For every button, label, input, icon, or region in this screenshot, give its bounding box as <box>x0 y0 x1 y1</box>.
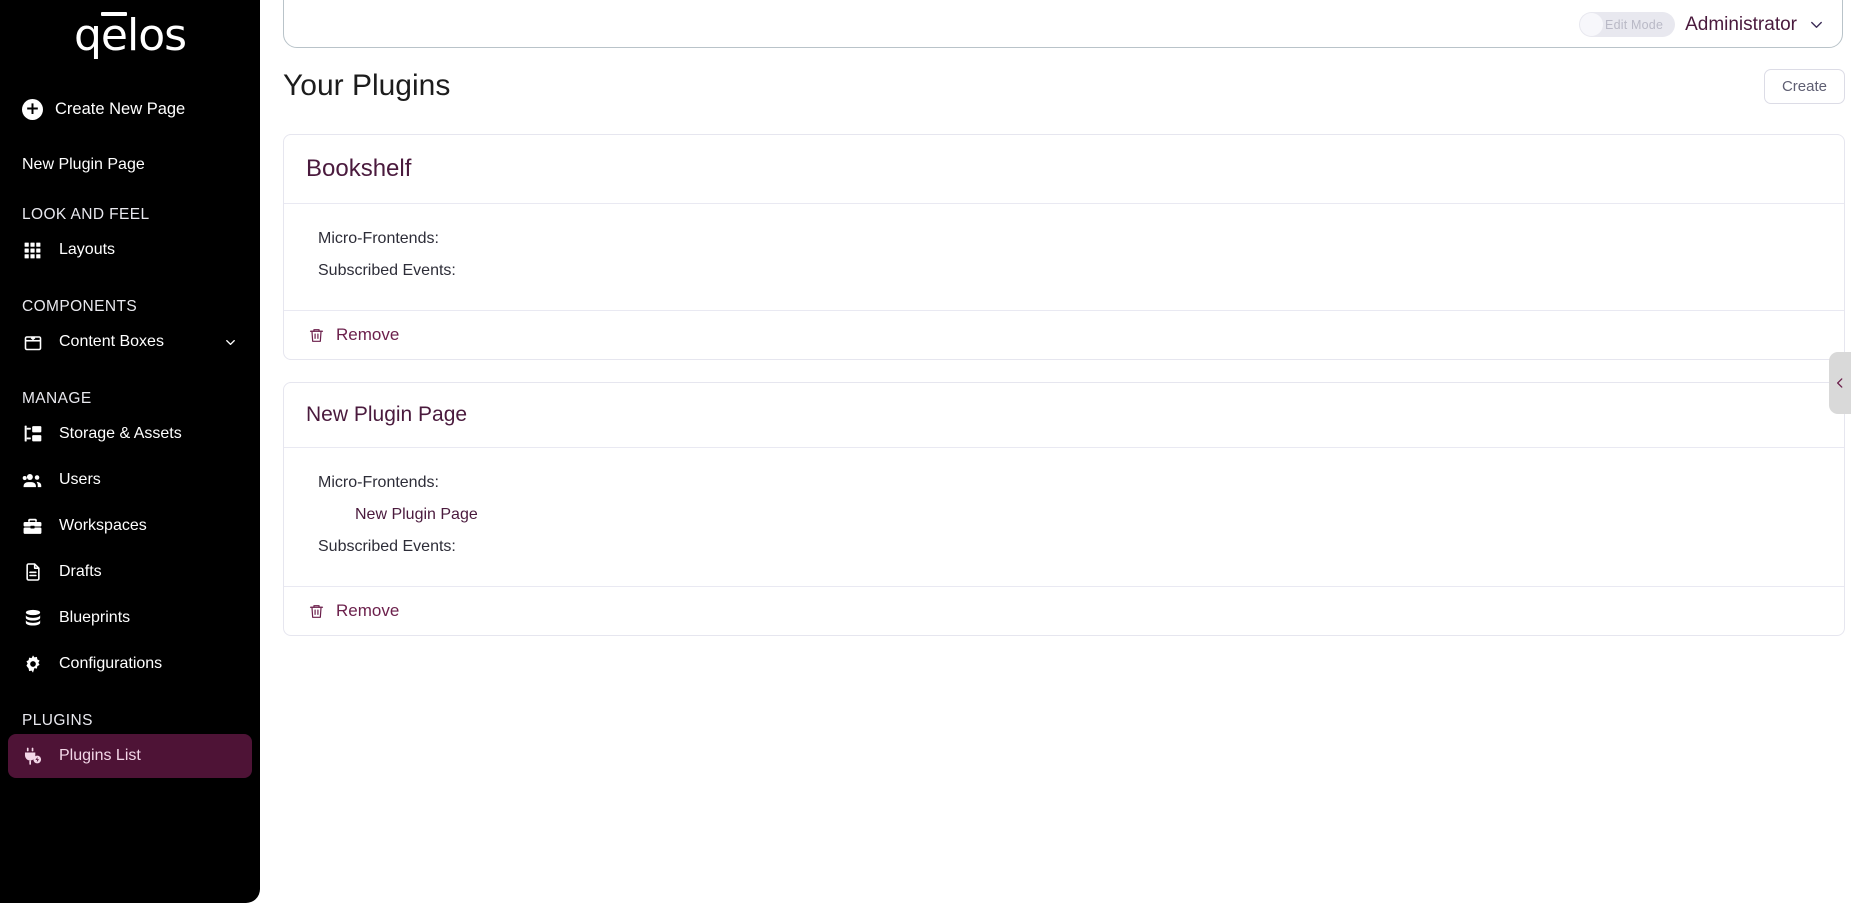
subscribed-events-label: Subscribed Events: <box>318 262 456 279</box>
plus-icon: + <box>22 98 43 120</box>
edit-mode-toggle[interactable]: Edit Mode <box>1579 12 1676 37</box>
sidebar-item-plugins-list[interactable]: Plugins List <box>8 734 252 778</box>
plugin-card: New Plugin Page Micro-Frontends: New Plu… <box>283 382 1845 636</box>
micro-frontends-label: Micro-Frontends: <box>318 230 439 247</box>
main-content: Your Plugins Create Bookshelf Micro-Fron… <box>283 60 1845 636</box>
sidebar-section-manage: MANAGE <box>22 390 92 407</box>
page-title: Your Plugins <box>283 69 451 102</box>
gear-icon <box>22 654 43 675</box>
sidebar-item-label: Storage & Assets <box>59 425 182 442</box>
chevron-down-icon[interactable] <box>223 335 238 350</box>
sidebar-item-storage-assets[interactable]: Storage & Assets <box>8 412 252 456</box>
folder-tree-icon <box>22 424 43 445</box>
briefcase-icon <box>22 516 43 537</box>
sidebar-item-label: Drafts <box>59 563 102 580</box>
sidebar: qelos + Create New Page New Plugin Page … <box>0 0 260 903</box>
create-new-page-button[interactable]: + Create New Page <box>0 90 260 128</box>
sidebar-item-configurations[interactable]: Configurations <box>8 642 252 686</box>
grid-icon <box>22 240 43 261</box>
toggle-knob <box>1580 13 1604 36</box>
app-root: qelos + Create New Page New Plugin Page … <box>0 0 1851 909</box>
sidebar-item-label: Layouts <box>59 241 116 258</box>
sidebar-sublink-label: New Plugin Page <box>22 156 145 173</box>
panel-collapse-handle[interactable] <box>1829 352 1851 414</box>
topbar: Edit Mode Administrator <box>283 0 1843 48</box>
plugin-card: Bookshelf Micro-Frontends: Subscribed Ev… <box>283 134 1845 360</box>
remove-button[interactable]: Remove <box>308 601 399 621</box>
sidebar-item-users[interactable]: Users <box>8 458 252 502</box>
sidebar-item-label: Content Boxes <box>59 333 164 350</box>
topbar-right-group: Edit Mode Administrator <box>1579 12 1826 37</box>
remove-label: Remove <box>336 601 400 620</box>
sidebar-item-workspaces[interactable]: Workspaces <box>8 504 252 548</box>
micro-frontends-label: Micro-Frontends: <box>318 474 439 491</box>
sidebar-item-layouts[interactable]: Layouts <box>8 228 252 272</box>
box-icon <box>22 332 43 353</box>
create-button[interactable]: Create <box>1763 68 1845 104</box>
sidebar-section-plugins: PLUGINS <box>22 712 93 729</box>
brand-logo-text: qelos <box>73 10 187 61</box>
sidebar-item-label: Configurations <box>59 655 163 672</box>
trash-icon <box>308 603 325 620</box>
plugin-card-header: New Plugin Page <box>284 383 1844 447</box>
chevron-left-icon <box>1833 376 1847 390</box>
sidebar-item-content-boxes[interactable]: Content Boxes <box>8 320 252 364</box>
database-icon <box>22 608 43 629</box>
brand-logo[interactable]: qelos <box>0 0 260 68</box>
sidebar-item-blueprints[interactable]: Blueprints <box>8 596 252 640</box>
plugin-card-header: Bookshelf <box>284 135 1844 203</box>
sidebar-item-label: Users <box>59 471 101 488</box>
create-new-page-label: Create New Page <box>55 99 186 118</box>
sidebar-item-label: Blueprints <box>59 609 131 626</box>
remove-label: Remove <box>336 325 400 344</box>
page-header: Your Plugins Create <box>283 60 1845 112</box>
plugin-name: New Plugin Page <box>306 403 468 426</box>
plugin-card-body: Micro-Frontends: New Plugin Page Subscri… <box>284 448 1844 586</box>
sidebar-item-label: Plugins List <box>59 747 141 764</box>
plugin-card-footer: Remove <box>284 311 1844 359</box>
users-icon <box>22 470 43 491</box>
sidebar-item-label: Workspaces <box>59 517 147 534</box>
plug-icon <box>22 746 43 767</box>
subscribed-events-label: Subscribed Events: <box>318 538 456 555</box>
remove-button[interactable]: Remove <box>308 325 399 345</box>
sidebar-section-look-and-feel: LOOK AND FEEL <box>22 206 150 223</box>
plugin-name: Bookshelf <box>306 155 412 182</box>
sidebar-item-drafts[interactable]: Drafts <box>8 550 252 594</box>
micro-frontend-item[interactable]: New Plugin Page <box>318 506 1810 524</box>
document-icon <box>22 562 43 583</box>
trash-icon <box>308 327 325 344</box>
plugin-card-body: Micro-Frontends: Subscribed Events: <box>284 204 1844 310</box>
plugin-card-footer: Remove <box>284 587 1844 635</box>
user-menu-label[interactable]: Administrator <box>1685 14 1797 36</box>
sidebar-section-components: COMPONENTS <box>22 298 138 315</box>
chevron-down-icon[interactable] <box>1807 15 1826 34</box>
sidebar-item-new-plugin-page[interactable]: New Plugin Page <box>0 150 260 180</box>
